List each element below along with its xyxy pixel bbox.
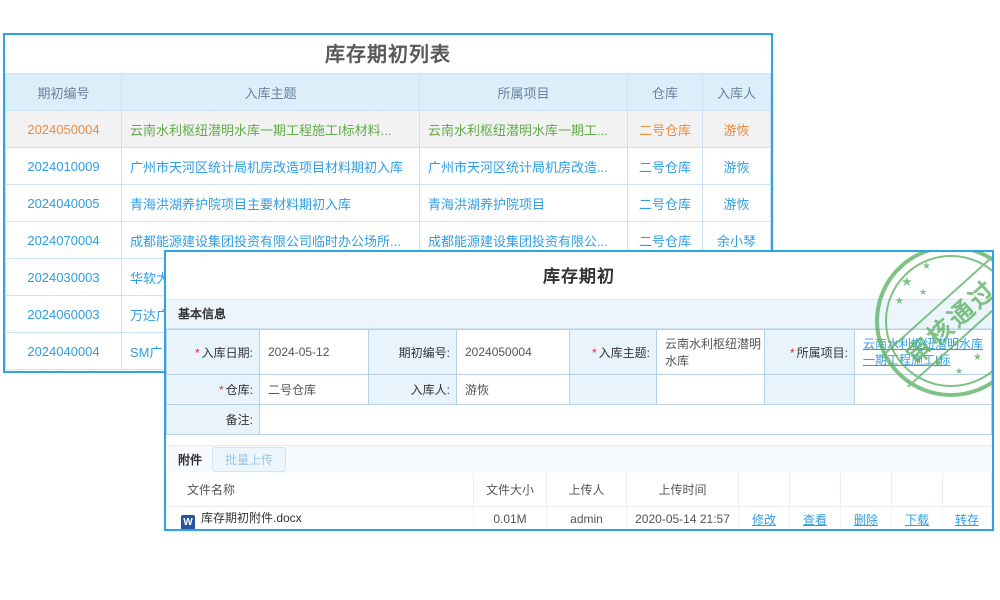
cell-project: 云南水利枢纽潜明水库一期工... <box>420 111 628 148</box>
attachment-header-uploader: 上传人 <box>547 473 627 506</box>
cell-init-no: 2024030003 <box>6 259 122 296</box>
cell-init-no: 2024060003 <box>6 296 122 333</box>
action-cell: 转存 <box>943 506 992 531</box>
action-cell: 下载 <box>892 506 943 531</box>
batch-upload-button[interactable]: 批量上传 <box>212 447 286 472</box>
dialog-title: 库存期初 <box>166 252 992 299</box>
cell-person: 游恢 <box>703 185 771 222</box>
column-header-subject: 入库主题 <box>122 74 420 111</box>
cell-subject: 云南水利枢纽潜明水库一期工程施工I标材料... <box>122 111 420 148</box>
column-header-person: 入库人 <box>703 74 771 111</box>
table-row[interactable]: 2024050004 云南水利枢纽潜明水库一期工程施工I标材料... 云南水利枢… <box>6 111 771 148</box>
field-label-project: *所属项目: <box>765 330 855 375</box>
cell-warehouse: 二号仓库 <box>628 185 703 222</box>
field-label-warehouse: *仓库: <box>167 375 260 405</box>
attachment-header-action-spacer <box>943 473 992 506</box>
attachment-header-file-size: 文件大小 <box>474 473 547 506</box>
file-name: 库存期初附件.docx <box>201 511 302 525</box>
column-header-init-no: 期初编号 <box>6 74 122 111</box>
empty-value-cell <box>855 375 992 405</box>
empty-value-cell <box>657 375 765 405</box>
field-value-init-no: 2024050004 <box>457 330 570 375</box>
section-basic-info: 基本信息 <box>166 299 992 329</box>
required-mark: * <box>195 346 200 360</box>
file-row: 库存期初附件.docx 0.01M admin 2020-05-14 21:57… <box>167 506 992 531</box>
cell-init-no: 2024050004 <box>6 111 122 148</box>
table-row[interactable]: 2024010009 广州市天河区统计局机房改造项目材料期初入库 广州市天河区统… <box>6 148 771 185</box>
field-label-subject: *入库主题: <box>570 330 657 375</box>
field-value-warehouse: 二号仓库 <box>260 375 369 405</box>
word-file-icon <box>181 515 195 530</box>
action-link-view[interactable]: 查看 <box>803 513 827 527</box>
action-cell: 删除 <box>841 506 892 531</box>
cell-project: 青海洪湖养护院项目 <box>420 185 628 222</box>
empty-label-cell <box>570 375 657 405</box>
cell-init-no: 2024040005 <box>6 185 122 222</box>
cell-person: 游恢 <box>703 148 771 185</box>
empty-label-cell <box>765 375 855 405</box>
attachment-header-action-spacer <box>739 473 790 506</box>
cell-init-no: 2024010009 <box>6 148 122 185</box>
field-value-project: 云南水利枢纽潜明水库一期工程施工I标 <box>855 330 992 375</box>
column-header-project: 所属项目 <box>420 74 628 111</box>
field-label-in-date: *入库日期: <box>167 330 260 375</box>
cell-init-no: 2024040004 <box>6 333 122 370</box>
field-value-person: 游恢 <box>457 375 570 405</box>
attachment-header-action-spacer <box>892 473 943 506</box>
cell-init-no: 2024070004 <box>6 222 122 259</box>
field-label-remark: 备注: <box>167 405 260 435</box>
action-cell: 修改 <box>739 506 790 531</box>
uploader: admin <box>547 506 627 531</box>
cell-warehouse: 二号仓库 <box>628 111 703 148</box>
field-value-remark <box>260 405 992 435</box>
file-size: 0.01M <box>474 506 547 531</box>
project-link[interactable]: 云南水利枢纽潜明水库一期工程施工I标 <box>863 334 991 370</box>
upload-time: 2020-05-14 21:57 <box>627 506 739 531</box>
required-mark: * <box>592 346 597 360</box>
spacer <box>166 435 992 445</box>
table-row[interactable]: 2024040005 青海洪湖养护院项目主要材料期初入库 青海洪湖养护院项目 二… <box>6 185 771 222</box>
list-title: 库存期初列表 <box>5 35 771 73</box>
field-label-person: 入库人: <box>369 375 457 405</box>
field-label-init-no: 期初编号: <box>369 330 457 375</box>
action-cell: 查看 <box>790 506 841 531</box>
attachment-header-action-spacer <box>841 473 892 506</box>
list-header-row: 期初编号 入库主题 所属项目 仓库 入库人 <box>6 74 771 111</box>
cell-warehouse: 二号仓库 <box>628 148 703 185</box>
action-link-modify[interactable]: 修改 <box>752 513 776 527</box>
cell-subject: 青海洪湖养护院项目主要材料期初入库 <box>122 185 420 222</box>
required-mark: * <box>219 383 224 397</box>
attachment-label: 附件 <box>178 451 202 468</box>
attachment-header-file-name: 文件名称 <box>167 473 474 506</box>
cell-project: 广州市天河区统计局机房改造... <box>420 148 628 185</box>
screen: 库存期初列表 期初编号 入库主题 所属项目 仓库 入库人 2024050004 … <box>0 0 1000 600</box>
required-mark: * <box>790 346 795 360</box>
action-link-delete[interactable]: 删除 <box>854 513 878 527</box>
attachment-table: 文件名称 文件大小 上传人 上传时间 库存期初附件.docx 0.01M adm… <box>166 473 992 531</box>
attachment-header-upload-time: 上传时间 <box>627 473 739 506</box>
cell-subject: 广州市天河区统计局机房改造项目材料期初入库 <box>122 148 420 185</box>
column-header-warehouse: 仓库 <box>628 74 703 111</box>
basic-info-form: *入库日期: 2024-05-12 期初编号: 2024050004 *入库主题… <box>166 329 992 435</box>
action-link-transfer[interactable]: 转存 <box>955 513 979 527</box>
detail-dialog: 库存期初 基本信息 *入库日期: 2024-05-12 期初编号: 202405… <box>164 250 994 531</box>
file-name-cell: 库存期初附件.docx <box>167 506 474 531</box>
field-value-subject: 云南水利枢纽潜明水库 <box>657 330 765 375</box>
attachment-section-bar: 附件 批量上传 <box>166 445 992 473</box>
action-link-download[interactable]: 下载 <box>905 513 929 527</box>
attachment-header-row: 文件名称 文件大小 上传人 上传时间 <box>167 473 992 506</box>
field-value-in-date: 2024-05-12 <box>260 330 369 375</box>
attachment-header-action-spacer <box>790 473 841 506</box>
cell-person: 游恢 <box>703 111 771 148</box>
